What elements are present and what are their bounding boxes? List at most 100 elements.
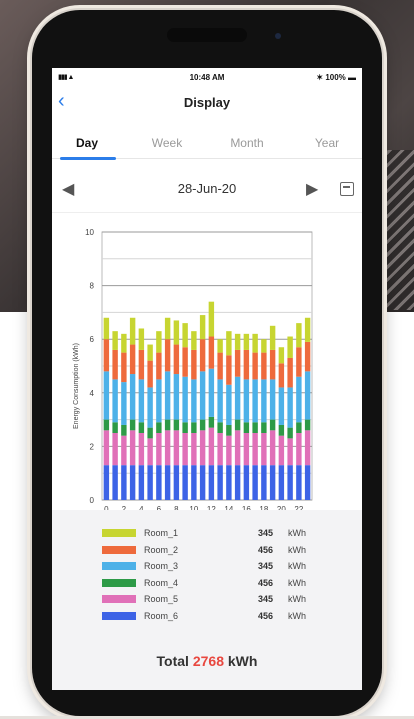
bar-segment — [191, 465, 197, 500]
bar-segment — [304, 341, 311, 372]
bar-segment — [129, 344, 136, 375]
bar-segment — [147, 387, 153, 428]
bar-segment — [121, 382, 127, 425]
bar-segment — [182, 347, 188, 377]
legend-unit: kWh — [288, 544, 306, 555]
tab-week[interactable]: Week — [132, 136, 202, 150]
bar-segment — [234, 349, 241, 377]
tab-year[interactable]: Year — [292, 136, 362, 150]
total-value: 2768 — [192, 653, 224, 669]
period-tabs: Day Week Month Year — [52, 128, 362, 160]
legend-name: Room_5 — [144, 594, 179, 604]
legend-name: Room_6 — [144, 610, 179, 621]
y-tick-label: 10 — [85, 228, 94, 237]
bar-segment — [156, 379, 162, 423]
bar-segment — [234, 376, 241, 420]
bar-segment — [252, 433, 258, 466]
bar-segment — [147, 360, 153, 388]
bar-segment — [138, 379, 145, 423]
legend-unit: kWh — [288, 561, 306, 571]
bar-segment — [103, 339, 110, 372]
bar-segment — [287, 438, 293, 466]
bar-segment — [147, 438, 153, 466]
bar-segment — [261, 379, 267, 423]
bar-segment — [243, 465, 250, 500]
bar-segment — [296, 422, 302, 433]
bar-segment — [112, 465, 118, 500]
bar-segment — [121, 424, 127, 436]
bar-segment — [243, 422, 250, 433]
legend-name: Room_2 — [144, 544, 179, 555]
bar-segment — [243, 433, 250, 466]
bar-segment — [287, 427, 293, 439]
bar-segment — [304, 317, 311, 342]
bar-segment — [156, 422, 162, 433]
bar-segment — [138, 422, 145, 433]
triangle-right-icon[interactable]: ▶ — [306, 179, 318, 199]
y-tick-label: 6 — [90, 335, 95, 344]
legend-swatch — [102, 562, 136, 570]
bar-segment — [217, 379, 223, 423]
bar-segment — [226, 424, 232, 436]
bar-segment — [112, 433, 118, 466]
bar-segment — [296, 376, 302, 423]
bar-segment — [234, 430, 241, 466]
bar-segment — [191, 349, 197, 380]
bar-segment — [261, 339, 267, 353]
bar-segment — [252, 422, 258, 433]
y-tick-label: 2 — [90, 442, 95, 451]
bar-segment — [217, 339, 223, 353]
bar-segment — [103, 371, 110, 420]
bar-segment — [234, 333, 241, 350]
bar-segment — [199, 419, 206, 431]
bar-segment — [261, 352, 267, 380]
bar-segment — [278, 363, 285, 388]
bar-segment — [226, 384, 232, 425]
bar-segment — [269, 419, 276, 431]
bar-segment — [199, 339, 206, 372]
bar-segment — [287, 387, 293, 428]
calendar-icon[interactable] — [340, 182, 354, 196]
bar-segment — [296, 323, 302, 348]
date-selector: ◀ 28-Jun-20 ▶ — [52, 176, 362, 202]
bar-segment — [287, 357, 293, 388]
bar-segment — [217, 352, 223, 380]
nav-bar: ‹ Display — [52, 86, 362, 116]
bar-segment — [261, 465, 267, 500]
bar-segment — [269, 349, 276, 380]
bar-segment — [296, 347, 302, 377]
bar-segment — [191, 331, 197, 350]
bar-segment — [121, 352, 127, 383]
bar-segment — [199, 430, 206, 466]
bar-segment — [182, 323, 188, 348]
bar-segment — [147, 465, 153, 500]
bar-segment — [173, 419, 180, 431]
battery-icon: ✶ 100% ▬ — [316, 73, 356, 82]
bar-segment — [173, 430, 180, 466]
legend-swatch — [102, 529, 136, 537]
bar-segment — [138, 465, 145, 500]
bar-segment — [182, 465, 188, 500]
tab-day[interactable]: Day — [52, 136, 122, 150]
legend-item: Room_1 345 kWh — [52, 526, 362, 542]
bar-segment — [112, 422, 118, 433]
bar-segment — [191, 379, 197, 423]
bar-segment — [269, 379, 276, 420]
bar-segment — [304, 430, 311, 466]
bar-segment — [208, 301, 215, 337]
y-tick-label: 4 — [90, 389, 95, 398]
bar-segment — [138, 328, 145, 350]
status-bar: ▮▮▮ ▲ 10:48 AM ✶ 100% ▬ — [52, 68, 362, 86]
tab-month[interactable]: Month — [212, 136, 282, 150]
legend-item: Room_4 456 kWh — [52, 576, 362, 592]
bar-segment — [243, 349, 250, 380]
bar-segment — [103, 465, 110, 500]
bar-segment — [164, 419, 171, 431]
bar-segment — [199, 315, 206, 340]
bar-segment — [112, 349, 118, 380]
bar-segment — [156, 465, 162, 500]
bar-segment — [296, 465, 302, 500]
app-screen: ▮▮▮ ▲ 10:48 AM ✶ 100% ▬ ‹ Display Day We… — [52, 68, 362, 690]
page-title: Display — [183, 95, 231, 110]
bar-segment — [164, 371, 171, 420]
